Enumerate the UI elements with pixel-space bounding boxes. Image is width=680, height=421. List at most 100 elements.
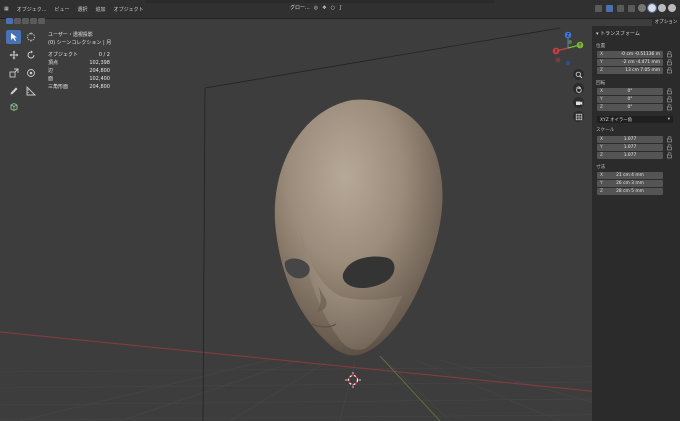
workspace-tabs-strip[interactable]: [145, 0, 495, 3]
lock-icon[interactable]: [666, 152, 673, 159]
transform-icon: [26, 69, 35, 77]
scale-label: スケール: [596, 128, 615, 133]
select-box-tool[interactable]: [6, 30, 21, 44]
ortho-toggle-button[interactable]: [573, 111, 584, 122]
rotation-y-field[interactable]: Y 0°: [597, 96, 663, 103]
location-y-field[interactable]: Y -2 cm -4.471 mm: [597, 59, 663, 66]
rotation-label: 回転: [596, 81, 606, 86]
location-x-field[interactable]: X -0 cm -0.51136 m: [597, 51, 663, 58]
dimensions-y-field[interactable]: Y 26 cm 3 mm: [597, 180, 663, 187]
gizmo-neg-z-icon[interactable]: [565, 60, 571, 66]
rotation-x-field[interactable]: X 0°: [597, 88, 663, 95]
cube-add-icon: [10, 102, 17, 112]
lock-icon[interactable]: [666, 67, 673, 74]
wireframe-shading-icon[interactable]: [638, 4, 646, 12]
pivot-icon[interactable]: ◎: [314, 5, 318, 11]
gizmo-y-icon[interactable]: Y: [576, 41, 584, 49]
view-navigation-buttons: [573, 69, 585, 125]
cursor-tool[interactable]: [23, 30, 38, 44]
mode-menu[interactable]: オブジェク...: [13, 6, 51, 13]
measure-tool[interactable]: [23, 84, 38, 98]
pan-button[interactable]: [573, 83, 584, 94]
zoom-button[interactable]: [573, 69, 584, 80]
view-name: ユーザー・透視投影: [48, 32, 93, 38]
transform-tool[interactable]: [23, 66, 38, 80]
blender-window: ▦ オブジェク... ビュー 選択 追加 オブジェクト グロー... ◎ ❖ ○…: [0, 0, 680, 421]
viewport-info-overlay: ユーザー・透視投影 (0) シーンコレクション | 月 オブジェクト 0 / 2 …: [48, 31, 111, 91]
chevron-down-icon: ▾: [596, 31, 599, 37]
stat-objects: オブジェクト 0 / 2: [48, 52, 110, 58]
graph-icon[interactable]: ∫: [339, 5, 342, 11]
proportional-edit-icon[interactable]: ○: [331, 5, 335, 11]
location-label: 位置: [596, 44, 606, 49]
select-menu[interactable]: 選択: [74, 6, 92, 13]
transform-orientation-dropdown[interactable]: グロー...: [290, 4, 310, 11]
crosshair-circle-icon: [26, 32, 35, 42]
cursor-arrow-icon: [10, 33, 17, 41]
editor-type-button[interactable]: ▦: [0, 6, 13, 12]
viewport-header: ▦ オブジェク... ビュー 選択 追加 オブジェクト グロー... ◎ ❖ ○…: [0, 0, 680, 19]
material-shading-icon[interactable]: [658, 4, 666, 12]
shading-controls: [594, 3, 676, 13]
gizmo-z-icon[interactable]: Z: [564, 31, 572, 39]
lock-icon[interactable]: [666, 59, 673, 66]
rotate-tool[interactable]: [23, 48, 38, 62]
pencil-icon: [10, 87, 17, 95]
stat-triangles: 三角形面 204,800: [48, 84, 110, 90]
stat-vertices: 頂点 102,398: [48, 60, 110, 66]
camera-icon: [575, 101, 582, 105]
lock-icon[interactable]: [666, 51, 673, 58]
gizmo-x-icon[interactable]: X: [552, 47, 560, 55]
annotate-tool[interactable]: [6, 84, 21, 98]
rendered-shading-icon[interactable]: [668, 4, 676, 12]
scale-x-field[interactable]: X 1.077: [597, 136, 663, 143]
stat-edges: 辺 204,800: [48, 68, 110, 74]
select-extend-icon[interactable]: [14, 18, 21, 24]
view-menu[interactable]: ビュー: [51, 6, 74, 13]
visibility-icon[interactable]: [595, 4, 602, 12]
xray-toggle-icon[interactable]: [628, 4, 635, 12]
scale-y-field[interactable]: Y 1.077: [597, 144, 663, 151]
dimensions-z-field[interactable]: Z 28 cm 5 mm: [597, 188, 663, 195]
transform-panel-header[interactable]: ▾ トランスフォーム: [596, 30, 640, 37]
select-intersect-icon[interactable]: [38, 18, 45, 24]
add-menu[interactable]: 追加: [92, 6, 110, 13]
hand-icon: [575, 85, 582, 93]
overlay-toggle-icon[interactable]: [617, 4, 624, 12]
dimensions-x-field[interactable]: X 21 cm 4 mm: [597, 172, 663, 179]
location-z-field[interactable]: Z 13 cm 7.05 mm: [597, 67, 663, 74]
lock-icon[interactable]: [666, 104, 673, 111]
transform-controls: グロー... ◎ ❖ ○ ∫: [290, 4, 342, 12]
svg-text:Y: Y: [578, 43, 582, 49]
navigation-gizmo[interactable]: Z Y X: [550, 30, 586, 66]
snap-icon[interactable]: ❖: [322, 5, 326, 11]
gizmo-toggle-icon[interactable]: [606, 4, 613, 12]
select-invert-icon[interactable]: [30, 18, 37, 24]
scale-tool[interactable]: [6, 66, 21, 80]
camera-view-button[interactable]: [573, 97, 584, 108]
add-cube-tool[interactable]: [6, 100, 21, 114]
gizmo-neg-y-icon[interactable]: [568, 40, 572, 44]
sidebar-options-tab[interactable]: オプション: [652, 17, 680, 26]
scale-z-field[interactable]: Z 1.077: [597, 152, 663, 159]
rotate-icon: [27, 50, 34, 59]
solid-shading-icon[interactable]: [647, 3, 657, 13]
rotation-mode-dropdown[interactable]: XYZ オイラー角 ▾: [597, 116, 673, 123]
scale-icon: [9, 68, 18, 78]
lock-icon[interactable]: [666, 136, 673, 143]
object-menu[interactable]: オブジェクト: [110, 6, 148, 13]
lock-icon[interactable]: [666, 96, 673, 103]
move-tool[interactable]: [6, 48, 21, 62]
svg-text:X: X: [554, 49, 557, 55]
rotation-z-field[interactable]: Z 0°: [597, 104, 663, 111]
chevron-down-icon: ▾: [667, 117, 670, 122]
move-arrows-icon: [9, 50, 18, 60]
select-subtract-icon[interactable]: [22, 18, 29, 24]
magnifier-icon: [575, 71, 582, 78]
gizmo-neg-x-icon[interactable]: [555, 57, 561, 63]
sidebar-n-panel: ▾ トランスフォーム 位置 X -0 cm -0.51136 m Y -2 cm -…: [592, 26, 680, 421]
lock-icon[interactable]: [666, 144, 673, 151]
dimensions-label: 寸法: [596, 165, 606, 170]
select-new-icon[interactable]: [6, 18, 13, 24]
lock-icon[interactable]: [666, 88, 673, 95]
